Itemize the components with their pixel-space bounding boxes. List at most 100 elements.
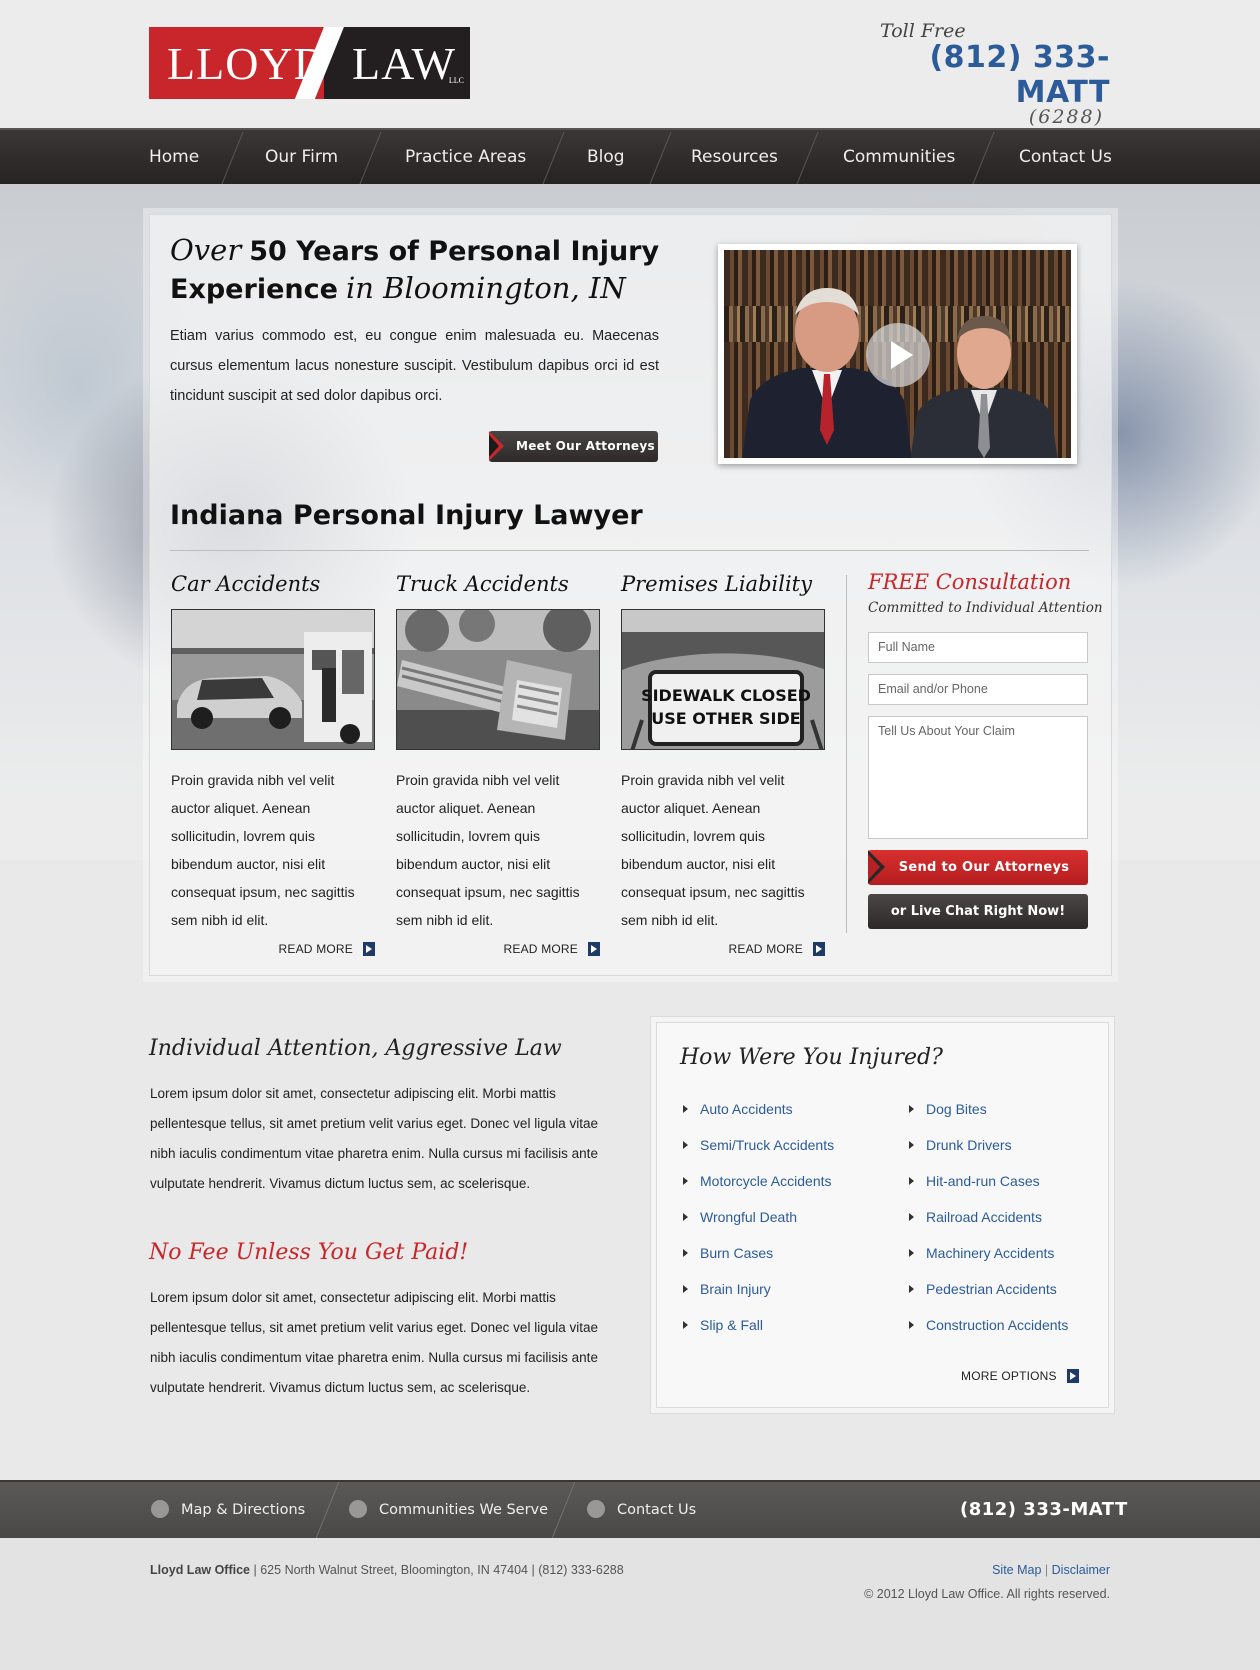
injury-label: Drunk Drivers bbox=[926, 1137, 1012, 1153]
how-injured-box: How Were You Injured? Auto Accidents Sem… bbox=[650, 1016, 1115, 1414]
injury-link[interactable]: Motorcycle Accidents bbox=[683, 1173, 832, 1189]
practice-area-truck: Truck Accidents Proin gravida nibh vel v… bbox=[396, 572, 600, 956]
footer-bar-label: Communities We Serve bbox=[379, 1502, 549, 1518]
injury-link[interactable]: Slip & Fall bbox=[683, 1317, 763, 1333]
injury-link[interactable]: Auto Accidents bbox=[683, 1101, 793, 1117]
hero-title-location: in Bloomington, IN bbox=[345, 271, 626, 305]
read-more-link[interactable]: READ MORE bbox=[171, 942, 375, 956]
injury-label: Dog Bites bbox=[926, 1101, 987, 1117]
button-arrow-inner bbox=[868, 854, 880, 880]
bullet-arrow-icon bbox=[909, 1141, 914, 1149]
meet-attorneys-button[interactable]: Meet Our Attorneys bbox=[489, 431, 658, 462]
nav-our-firm[interactable]: Our Firm bbox=[265, 130, 338, 184]
injury-link[interactable]: Semi/Truck Accidents bbox=[683, 1137, 834, 1153]
consultation-header: FREE Consultation Committed to Individua… bbox=[868, 570, 1103, 616]
copyright: © 2012 Lloyd Law Office. All rights rese… bbox=[864, 1587, 1110, 1601]
send-to-attorneys-button[interactable]: Send to Our Attorneys bbox=[868, 850, 1088, 885]
injury-link[interactable]: Hit-and-run Cases bbox=[909, 1173, 1040, 1189]
bullet-arrow-icon bbox=[683, 1213, 688, 1221]
injury-label: Machinery Accidents bbox=[926, 1245, 1055, 1261]
injury-link[interactable]: Machinery Accidents bbox=[909, 1245, 1054, 1261]
injury-link[interactable]: Brain Injury bbox=[683, 1281, 771, 1297]
main-nav: Home Our Firm Practice Areas Blog Resour… bbox=[0, 128, 1260, 184]
injury-label: Semi/Truck Accidents bbox=[700, 1137, 835, 1153]
injury-label: Auto Accidents bbox=[700, 1101, 793, 1117]
more-options-label: MORE OPTIONS bbox=[961, 1369, 1057, 1383]
consultation-title: FREE Consultation bbox=[868, 570, 1072, 594]
injury-link[interactable]: Drunk Drivers bbox=[909, 1137, 1012, 1153]
injury-label: Motorcycle Accidents bbox=[700, 1173, 832, 1189]
bullet-arrow-icon bbox=[909, 1105, 914, 1113]
hero-title: Over 50 Years of Personal Injury Experie… bbox=[170, 232, 670, 308]
practice-area-title[interactable]: Car Accidents bbox=[171, 572, 375, 596]
injury-label: Slip & Fall bbox=[700, 1317, 764, 1333]
car-accident-image[interactable] bbox=[171, 609, 375, 750]
hero-title-bold-2: Experience bbox=[170, 274, 338, 305]
practice-area-car: Car Accidents Proin gravida nibh vel vel… bbox=[171, 572, 375, 956]
header-phone[interactable]: (812) 333-MATT bbox=[860, 40, 1110, 110]
practice-area-text: Proin gravida nibh vel velit auctor aliq… bbox=[396, 772, 580, 928]
bullet-arrow-icon bbox=[683, 1141, 688, 1149]
practice-area-title[interactable]: Premises Liability bbox=[621, 572, 825, 596]
disclaimer-link[interactable]: Disclaimer bbox=[1052, 1563, 1110, 1577]
play-icon[interactable] bbox=[866, 323, 930, 387]
more-options-link[interactable]: MORE OPTIONS bbox=[961, 1369, 1079, 1383]
site-header: LLOYD LAW LLC Toll Free (812) 333-MATT (… bbox=[0, 0, 1260, 128]
footer-separator-bar: | bbox=[1044, 1563, 1052, 1577]
read-more-label: READ MORE bbox=[503, 942, 578, 956]
read-more-label: READ MORE bbox=[278, 942, 353, 956]
practice-area-text: Proin gravida nibh vel velit auctor aliq… bbox=[621, 772, 805, 928]
sidewalk-sign-photo: SIDEWALK CLOSED USE OTHER SIDE bbox=[622, 610, 824, 749]
truck-accident-photo bbox=[397, 610, 599, 749]
attention-title: Individual Attention, Aggressive Law bbox=[149, 1036, 562, 1061]
sign-line-1: SIDEWALK CLOSED bbox=[641, 686, 811, 705]
attorney-video[interactable] bbox=[718, 244, 1077, 464]
claim-textarea[interactable]: Tell Us About Your Claim bbox=[868, 716, 1088, 839]
bullet-arrow-icon bbox=[683, 1285, 688, 1293]
injury-label: Railroad Accidents bbox=[926, 1209, 1042, 1225]
send-button-label: Send to Our Attorneys bbox=[898, 860, 1070, 875]
injury-link[interactable]: Burn Cases bbox=[683, 1245, 773, 1261]
site-logo[interactable]: LLOYD LAW LLC bbox=[149, 27, 470, 99]
nav-contact-us[interactable]: Contact Us bbox=[1019, 130, 1112, 184]
footer-bar-label: Map & Directions bbox=[181, 1502, 306, 1518]
nav-home[interactable]: Home bbox=[149, 130, 199, 184]
hero-title-bold-1: 50 Years of Personal Injury bbox=[249, 236, 660, 267]
live-chat-button[interactable]: or Live Chat Right Now! bbox=[868, 894, 1088, 929]
footer-office-name: Lloyd Law Office bbox=[150, 1563, 251, 1577]
injury-link[interactable]: Wrongful Death bbox=[683, 1209, 797, 1225]
bullet-arrow-icon bbox=[909, 1285, 914, 1293]
injury-link[interactable]: Dog Bites bbox=[909, 1101, 987, 1117]
injury-label: Brain Injury bbox=[700, 1281, 771, 1297]
read-more-label: READ MORE bbox=[728, 942, 803, 956]
read-more-link[interactable]: READ MORE bbox=[396, 942, 600, 956]
nav-resources[interactable]: Resources bbox=[691, 130, 778, 184]
sign-line-2: USE OTHER SIDE bbox=[651, 709, 800, 728]
footer-links: Site Map | Disclaimer bbox=[900, 1563, 1110, 1577]
footer-phone[interactable]: (812) 333-MATT bbox=[960, 1482, 1127, 1538]
toll-free-label: Toll Free bbox=[880, 20, 966, 42]
mail-icon bbox=[587, 1500, 605, 1518]
bullet-arrow-icon bbox=[909, 1249, 914, 1257]
arrow-right-icon bbox=[363, 942, 375, 956]
footer-contact-link[interactable]: Contact Us bbox=[587, 1482, 696, 1538]
injury-link[interactable]: Railroad Accidents bbox=[909, 1209, 1042, 1225]
injury-link[interactable]: Construction Accidents bbox=[909, 1317, 1068, 1333]
map-directions-link[interactable]: Map & Directions bbox=[151, 1482, 305, 1538]
attorney-younger-figure bbox=[910, 316, 1058, 458]
premises-liability-image[interactable]: SIDEWALK CLOSED USE OTHER SIDE bbox=[621, 609, 825, 750]
logo-red-block: LLOYD bbox=[149, 27, 327, 99]
nav-practice-areas[interactable]: Practice Areas bbox=[405, 130, 526, 184]
practice-area-title[interactable]: Truck Accidents bbox=[396, 572, 600, 596]
injury-link[interactable]: Pedestrian Accidents bbox=[909, 1281, 1057, 1297]
site-map-link[interactable]: Site Map bbox=[992, 1563, 1041, 1577]
communities-link[interactable]: Communities We Serve bbox=[349, 1482, 548, 1538]
nav-blog[interactable]: Blog bbox=[587, 130, 625, 184]
bullet-arrow-icon bbox=[683, 1321, 688, 1329]
full-name-input[interactable]: Full Name bbox=[868, 632, 1088, 663]
footer-office-phone: (812) 333-6288 bbox=[538, 1563, 624, 1577]
truck-accident-image[interactable] bbox=[396, 609, 600, 750]
read-more-link[interactable]: READ MORE bbox=[621, 942, 825, 956]
email-phone-input[interactable]: Email and/or Phone bbox=[868, 674, 1088, 705]
nav-communities[interactable]: Communities bbox=[843, 130, 955, 184]
